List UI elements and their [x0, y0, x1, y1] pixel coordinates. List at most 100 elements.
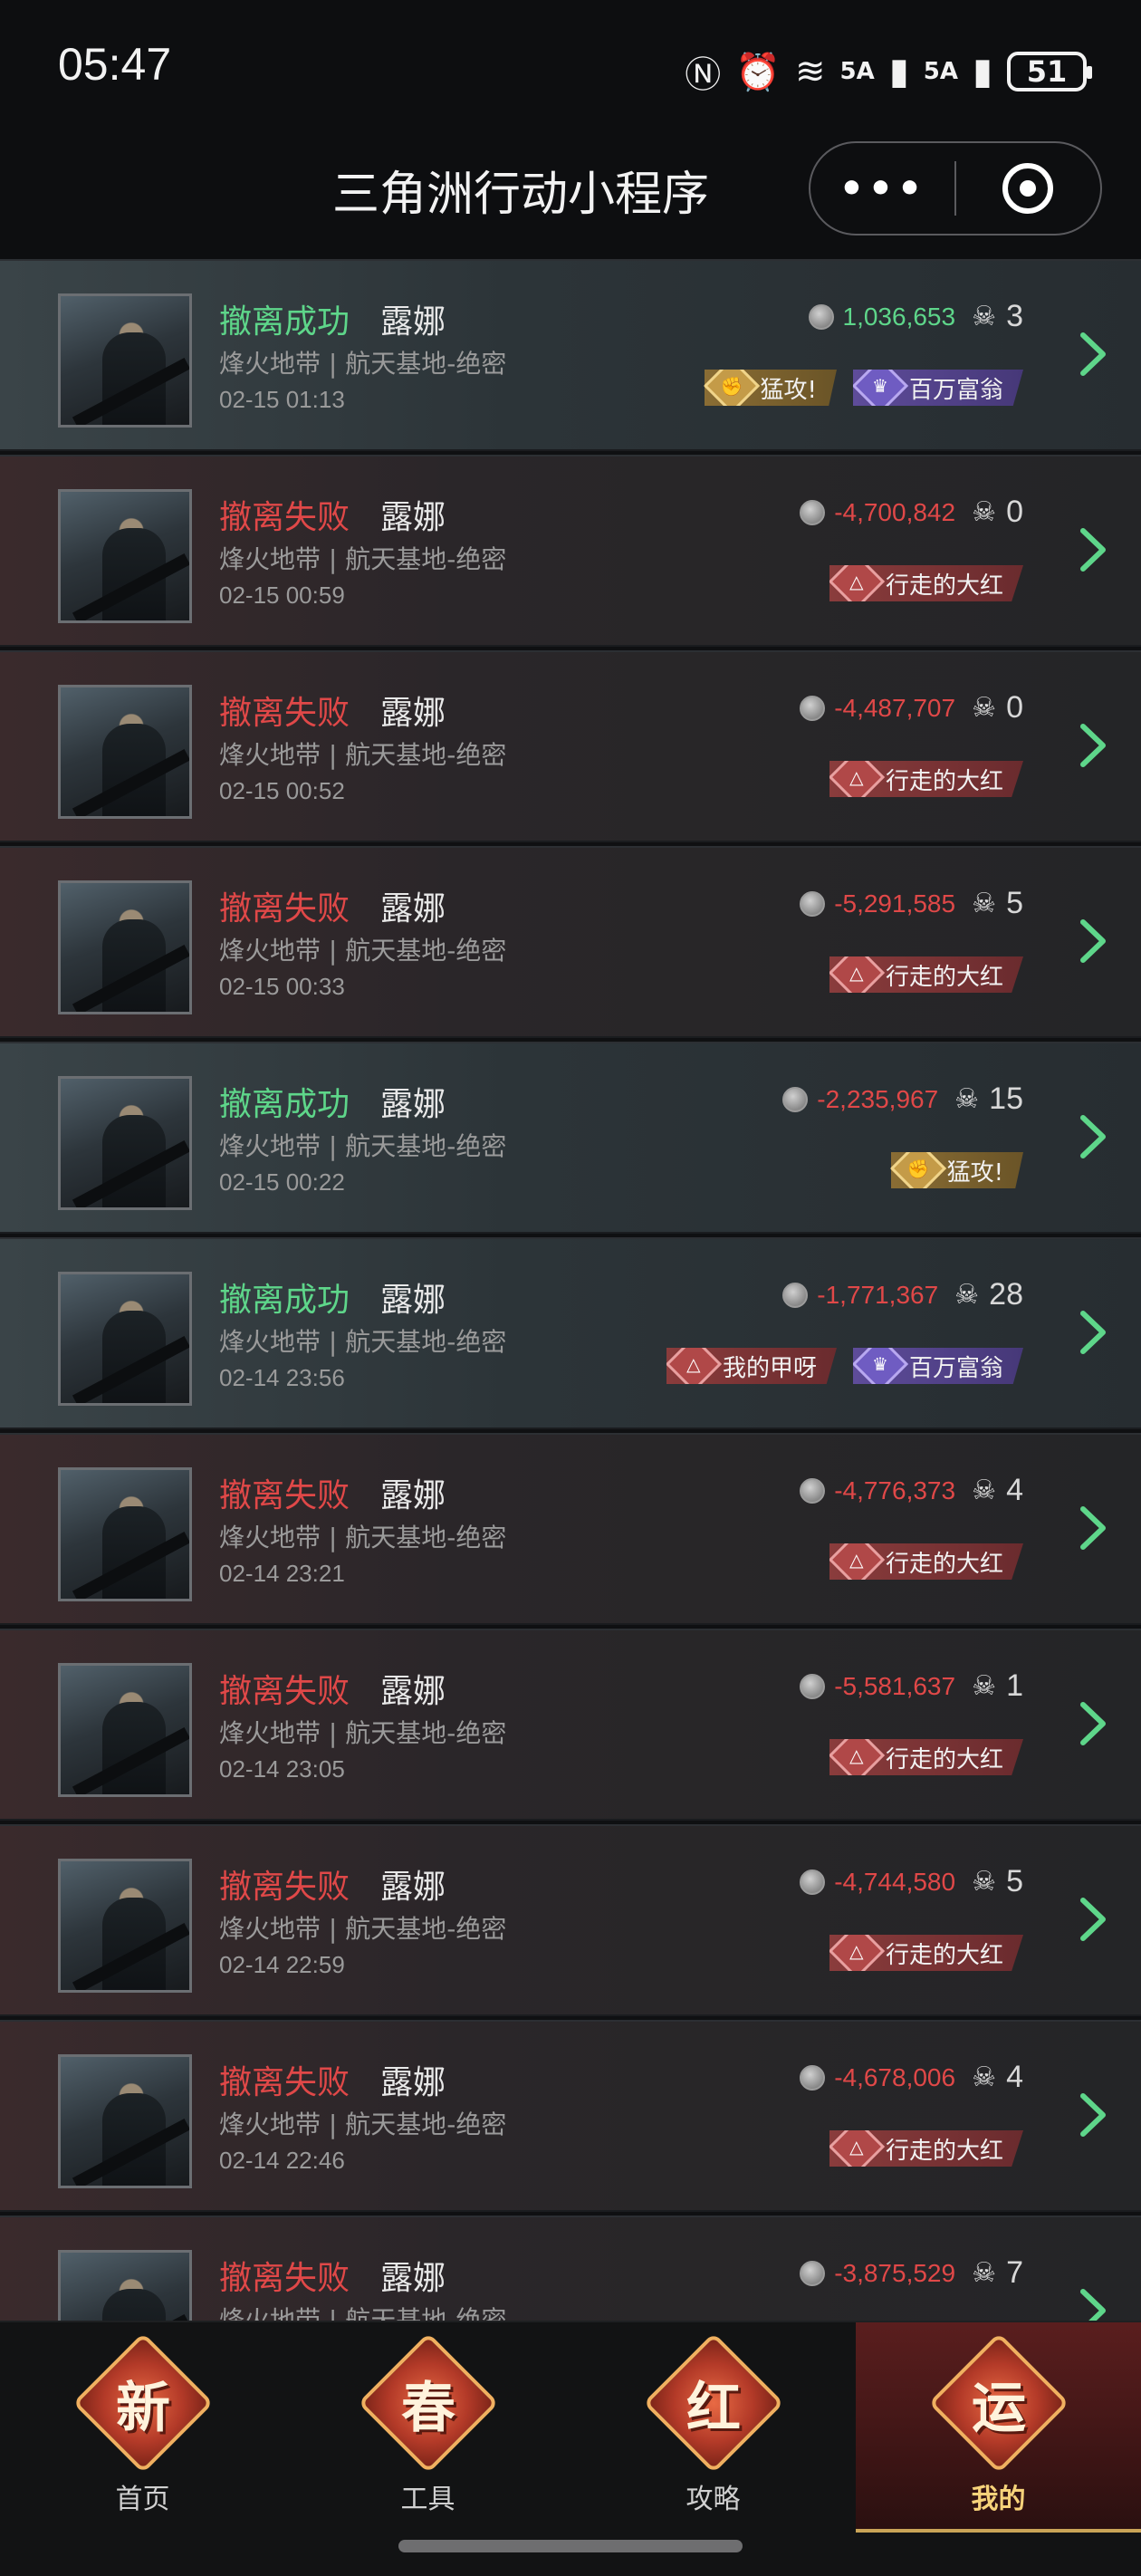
nav-label: 我的	[971, 2484, 1026, 2515]
badge-list: △ 行走的大红	[829, 1739, 1023, 1775]
achievement-badge: ✊ 猛攻!	[890, 1152, 1023, 1188]
triangle-icon: △	[829, 2130, 886, 2167]
character-name: 露娜	[380, 1869, 446, 1906]
alarm-icon: ⏰	[735, 51, 781, 93]
record-row[interactable]: 撤离失败 露娜 烽火地带 | 航天基地-绝密 02-14 23:21 -4,77…	[0, 1433, 1141, 1625]
skull-icon: ☠	[972, 691, 996, 724]
value-summary: -5,291,585 ☠ 5	[800, 886, 1023, 921]
match-time: 02-14 22:59	[219, 1951, 345, 1978]
signal-b-icon: ▮	[972, 51, 992, 92]
record-row[interactable]: 撤离成功 露娜 烽火地带 | 航天基地-绝密 02-14 23:56 -1,77…	[0, 1237, 1141, 1429]
operator-avatar	[58, 880, 192, 1014]
signal-a-icon: ▮	[888, 51, 909, 92]
coin-icon	[782, 1086, 809, 1112]
nav-label: 首页	[115, 2484, 170, 2515]
chevron-right-icon[interactable]	[1078, 1897, 1108, 1942]
skull-icon: ☠	[972, 300, 996, 332]
record-row[interactable]: 撤离失败 露娜 烽火地带 | 航天基地-绝密 02-15 00:33 -5,29…	[0, 846, 1141, 1038]
chevron-right-icon[interactable]	[1078, 2288, 1108, 2321]
badge-list: △ 我的甲呀 ♛ 百万富翁	[666, 1348, 1023, 1384]
map-name: 烽火地带 | 航天基地-绝密	[219, 349, 507, 379]
record-row[interactable]: 撤离失败 露娜 烽火地带 | 航天基地-绝密 02-15 00:52 -4,48…	[0, 650, 1141, 842]
badge-label: 百万富翁	[908, 376, 1003, 404]
record-row[interactable]: 撤离失败 露娜 烽火地带 | 航天基地-绝密 02-14 22:59 -4,74…	[0, 1824, 1141, 2016]
achievement-badge: △ 行走的大红	[829, 565, 1023, 601]
value-summary: -1,771,367 ☠ 28	[782, 1277, 1023, 1312]
value-summary: -5,581,637 ☠ 1	[800, 1668, 1023, 1704]
coin-icon	[800, 2260, 826, 2286]
fist-icon: ✊	[890, 1152, 946, 1188]
kill-count: 0	[1006, 495, 1023, 529]
match-time: 02-14 23:05	[219, 1755, 345, 1783]
skull-icon: ☠	[972, 2256, 996, 2289]
character-name: 露娜	[380, 1282, 446, 1319]
coin-icon	[800, 1869, 826, 1895]
home-indicator[interactable]	[398, 2540, 743, 2552]
record-row[interactable]: 撤离失败 露娜 烽火地带 | 航天基地-绝密 02-14 23:05 -5,58…	[0, 1629, 1141, 1821]
chevron-right-icon[interactable]	[1078, 1505, 1108, 1551]
map-name: 烽火地带 | 航天基地-绝密	[219, 1718, 507, 1748]
badge-list: △ 行走的大红	[829, 1543, 1023, 1580]
value-summary: -4,744,580 ☠ 5	[800, 1864, 1023, 1899]
nav-item-1[interactable]: 春 工具	[285, 2322, 570, 2533]
match-record-list[interactable]: 撤离成功 露娜 烽火地带 | 航天基地-绝密 02-15 01:13 1,036…	[0, 259, 1141, 2321]
record-row[interactable]: 撤离成功 露娜 烽火地带 | 航天基地-绝密 02-15 01:13 1,036…	[0, 259, 1141, 451]
nav-item-0[interactable]: 新 首页	[0, 2322, 285, 2533]
achievement-badge: △ 行走的大红	[829, 956, 1023, 993]
emblem-character: 新	[116, 2377, 170, 2440]
record-row[interactable]: 撤离失败 露娜 烽火地带 | 航天基地-绝密 -3,875,529 ☠ 7	[0, 2216, 1141, 2321]
badge-list: △ 行走的大红	[829, 565, 1023, 601]
chevron-right-icon[interactable]	[1078, 527, 1108, 572]
kill-count: 4	[1006, 2060, 1023, 2094]
nav-item-3[interactable]: 运 我的	[856, 2322, 1141, 2533]
chevron-right-icon[interactable]	[1078, 723, 1108, 768]
coin-icon	[800, 499, 826, 525]
triangle-icon: △	[829, 761, 886, 797]
record-row[interactable]: 撤离失败 露娜 烽火地带 | 航天基地-绝密 02-15 00:59 -4,70…	[0, 455, 1141, 647]
map-name: 烽火地带 | 航天基地-绝密	[219, 2305, 507, 2321]
achievement-badge: △ 行走的大红	[829, 1739, 1023, 1775]
nav-item-2[interactable]: 红 攻略	[570, 2322, 856, 2533]
record-row[interactable]: 撤离失败 露娜 烽火地带 | 航天基地-绝密 02-14 22:46 -4,67…	[0, 2020, 1141, 2212]
battery-level: 51	[1026, 54, 1068, 89]
value-change: -4,487,707	[834, 693, 956, 722]
badge-label: 行走的大红	[885, 1941, 1003, 1969]
badge-label: 行走的大红	[885, 767, 1003, 795]
operator-avatar	[58, 1076, 192, 1210]
close-miniprogram-button[interactable]	[956, 163, 1100, 214]
triangle-icon: △	[829, 565, 886, 601]
triangle-icon: △	[666, 1348, 723, 1384]
network-a-label: 5A	[839, 58, 875, 85]
character-name: 露娜	[380, 695, 446, 732]
value-change: -1,771,367	[817, 1280, 939, 1309]
battery-icon: 51	[1007, 52, 1092, 91]
more-button[interactable]: •••	[810, 166, 954, 212]
match-time: 02-15 00:33	[219, 973, 345, 1000]
kill-count: 5	[1006, 1864, 1023, 1898]
crown-icon: ♛	[852, 370, 909, 406]
badge-label: 我的甲呀	[722, 1354, 817, 1382]
character-name: 露娜	[380, 2064, 446, 2101]
status-icons: Ⓝ ⏰ ≋ 5A ▮ 5A ▮ 51	[685, 45, 1092, 98]
skull-icon: ☠	[954, 1082, 980, 1115]
chevron-right-icon[interactable]	[1078, 2092, 1108, 2138]
chevron-right-icon[interactable]	[1078, 1310, 1108, 1355]
value-summary: -4,678,006 ☠ 4	[800, 2060, 1023, 2095]
value-change: -4,776,373	[834, 1475, 956, 1504]
extraction-status: 撤离成功	[219, 303, 350, 341]
match-time: 02-15 00:52	[219, 777, 345, 804]
chevron-right-icon[interactable]	[1078, 918, 1108, 964]
kill-count: 3	[1006, 299, 1023, 333]
record-row[interactable]: 撤离成功 露娜 烽火地带 | 航天基地-绝密 02-15 00:22 -2,23…	[0, 1042, 1141, 1234]
kill-count: 5	[1006, 886, 1023, 920]
badge-label: 猛攻!	[760, 376, 817, 404]
title-bar: 三角洲行动小程序 •••	[0, 136, 1141, 261]
skull-icon: ☠	[972, 2061, 996, 2093]
chevron-right-icon[interactable]	[1078, 1114, 1108, 1159]
nav-label: 工具	[400, 2484, 455, 2515]
triangle-icon: △	[829, 1543, 886, 1580]
chevron-right-icon[interactable]	[1078, 332, 1108, 377]
chevron-right-icon[interactable]	[1078, 1701, 1108, 1746]
kill-count: 0	[1006, 690, 1023, 725]
badge-list: ✊ 猛攻! ♛ 百万富翁	[704, 370, 1023, 406]
